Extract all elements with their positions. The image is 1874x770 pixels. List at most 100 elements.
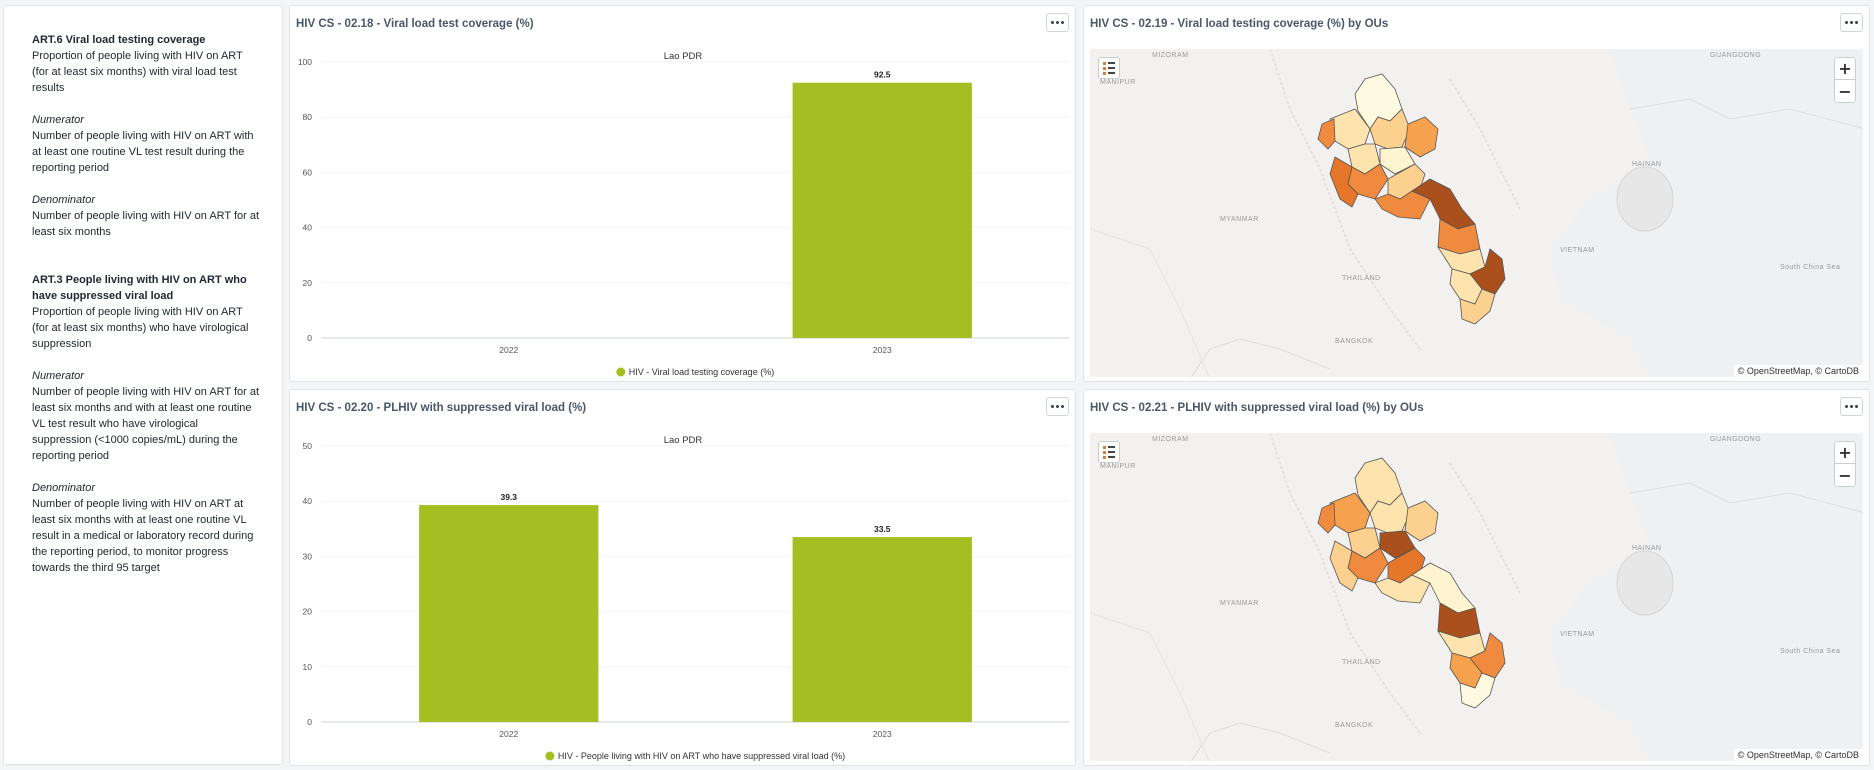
choropleth-layer xyxy=(1317,73,1506,325)
chart-subtitle: Lao PDR xyxy=(664,51,703,62)
legend-line xyxy=(1108,62,1115,64)
province-region[interactable] xyxy=(1317,118,1336,150)
legend-line xyxy=(1108,451,1115,453)
art6-numerator-text: Number of people living with HIV on ART … xyxy=(32,130,254,174)
legend-row xyxy=(1103,445,1119,449)
art3-heading: ART.3 People living with HIV on ART who … xyxy=(32,274,247,302)
map-attribution[interactable]: © OpenStreetMap, © CartoDB xyxy=(1733,749,1863,761)
data-label: 39.3 xyxy=(500,492,517,502)
zoom-out-button[interactable]: − xyxy=(1835,80,1855,102)
bar[interactable] xyxy=(792,82,972,338)
y-tick-label: 20 xyxy=(303,278,313,288)
province-region[interactable] xyxy=(1317,502,1336,534)
dot-icon xyxy=(1056,21,1059,24)
legend-label: HIV - People living with HIV on ART who … xyxy=(558,751,845,761)
chart-legend[interactable]: HIV - People living with HIV on ART who … xyxy=(545,751,845,761)
art6-description: Proportion of people living with HIV on … xyxy=(32,50,243,94)
legend-row xyxy=(1103,71,1119,75)
chart-subtitle: Lao PDR xyxy=(664,435,703,446)
more-options-button[interactable] xyxy=(1840,13,1863,32)
dot-icon xyxy=(1061,405,1064,408)
zoom-in-button[interactable]: + xyxy=(1835,58,1855,80)
data-label: 92.5 xyxy=(874,70,891,80)
legend-swatch xyxy=(1103,66,1106,70)
dot-icon xyxy=(1845,405,1848,408)
art6-heading: ART.6 Viral load testing coverage xyxy=(32,34,206,46)
art3-numerator-text: Number of people living with HIV on ART … xyxy=(32,386,260,462)
dot-icon xyxy=(1845,21,1848,24)
province-region[interactable] xyxy=(1404,116,1439,158)
y-tick-label: 30 xyxy=(303,551,313,561)
choropleth-layer xyxy=(1317,457,1506,709)
indicator-description-panel: ART.6 Viral load testing coverage Propor… xyxy=(3,5,283,765)
x-tick-label: 2022 xyxy=(499,729,518,739)
y-tick-label: 50 xyxy=(303,441,313,451)
zoom-control: + − xyxy=(1834,441,1856,487)
zoom-control: + − xyxy=(1834,57,1856,103)
art6-denominator-label: Denominator xyxy=(32,194,95,206)
legend-marker xyxy=(545,751,555,761)
bar[interactable] xyxy=(792,537,972,722)
data-label: 33.5 xyxy=(874,524,891,534)
y-tick-label: 40 xyxy=(303,223,313,233)
bar[interactable] xyxy=(419,505,599,722)
legend-row xyxy=(1103,450,1119,454)
y-tick-label: 80 xyxy=(303,112,313,122)
legend-line xyxy=(1108,72,1115,74)
x-tick-label: 2022 xyxy=(499,345,518,355)
y-tick-label: 100 xyxy=(298,57,312,67)
legend-marker xyxy=(616,367,626,377)
legend-swatch xyxy=(1103,455,1106,459)
legend-row xyxy=(1103,455,1119,459)
map-card-suppressed-by-ou: HIV CS - 02.21 - PLHIV with suppressed v… xyxy=(1083,389,1870,766)
legend-swatch xyxy=(1103,61,1106,65)
art3-denominator-text: Number of people living with HIV on ART … xyxy=(32,498,254,574)
legend-line xyxy=(1108,67,1115,69)
chart-legend[interactable]: HIV - Viral load testing coverage (%) xyxy=(616,367,774,377)
dot-icon xyxy=(1850,405,1853,408)
y-tick-label: 20 xyxy=(303,607,313,617)
map-canvas[interactable]: MIZORAM MANIPUR MYANMAR THAILAND VIETNAM… xyxy=(1090,433,1863,761)
legend-label: HIV - Viral load testing coverage (%) xyxy=(629,367,774,377)
bar-chart: Lao PDR 0 20 40 60 80 100 2022 2023 92.5 HIV - … xyxy=(298,51,1069,377)
map-title: HIV CS - 02.21 - PLHIV with suppressed v… xyxy=(1090,402,1424,414)
chart-card-viral-load-coverage: HIV CS - 02.18 - Viral load test coverag… xyxy=(289,5,1076,382)
zoom-out-button[interactable]: − xyxy=(1835,464,1855,486)
dot-icon xyxy=(1061,21,1064,24)
y-tick-label: 40 xyxy=(303,496,313,506)
y-tick-label: 60 xyxy=(303,167,313,177)
map-canvas[interactable]: MIZORAM MANIPUR MYANMAR THAILAND VIETNAM… xyxy=(1090,49,1863,377)
province-region[interactable] xyxy=(1404,500,1439,542)
more-options-button[interactable] xyxy=(1840,397,1863,416)
map-legend-button[interactable] xyxy=(1098,57,1120,79)
art3-numerator-label: Numerator xyxy=(32,370,84,382)
dot-icon xyxy=(1051,21,1054,24)
more-options-button[interactable] xyxy=(1046,13,1069,32)
legend-line xyxy=(1108,446,1115,448)
chart-card-suppressed-viral-load: HIV CS - 02.20 - PLHIV with suppressed v… xyxy=(289,389,1076,766)
zoom-in-button[interactable]: + xyxy=(1835,442,1855,464)
y-tick-label: 0 xyxy=(307,717,312,727)
dot-icon xyxy=(1850,21,1853,24)
legend-swatch xyxy=(1103,445,1106,449)
dot-icon xyxy=(1855,405,1858,408)
dot-icon xyxy=(1051,405,1054,408)
art3-description: Proportion of people living with HIV on … xyxy=(32,306,249,350)
legend-swatch xyxy=(1103,450,1106,454)
art6-denominator-text: Number of people living with HIV on ART … xyxy=(32,210,260,238)
art6-numerator-label: Numerator xyxy=(32,114,84,126)
map-attribution[interactable]: © OpenStreetMap, © CartoDB xyxy=(1733,365,1863,377)
dot-icon xyxy=(1855,21,1858,24)
legend-line xyxy=(1108,456,1115,458)
legend-row xyxy=(1103,66,1119,70)
y-tick-label: 0 xyxy=(307,333,312,343)
x-tick-label: 2023 xyxy=(873,345,892,355)
map-legend-button[interactable] xyxy=(1098,441,1120,463)
more-options-button[interactable] xyxy=(1046,397,1069,416)
legend-swatch xyxy=(1103,71,1106,75)
chart-title: HIV CS - 02.18 - Viral load test coverag… xyxy=(296,18,534,30)
bar-chart: Lao PDR 0 10 20 30 40 50 2022 2023 39.3 33.5 HIV… xyxy=(303,435,1069,761)
dot-icon xyxy=(1056,405,1059,408)
y-tick-label: 10 xyxy=(303,662,313,672)
x-tick-label: 2023 xyxy=(873,729,892,739)
